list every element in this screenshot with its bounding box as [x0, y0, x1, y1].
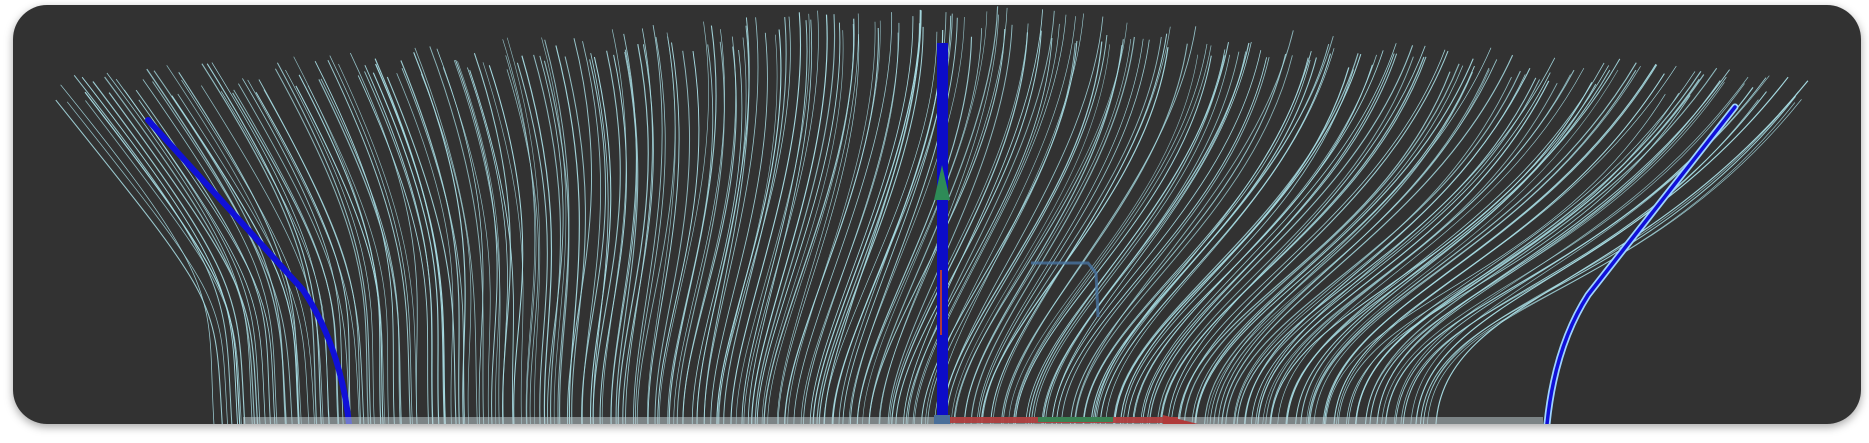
gizmo-origin[interactable]	[934, 415, 950, 424]
3d-viewport[interactable]	[13, 5, 1861, 424]
z-axis-handle[interactable]	[937, 43, 948, 424]
viewport-scene[interactable]	[13, 5, 1861, 424]
ground-plane-edge	[243, 417, 1543, 424]
y-axis-handle-bottom[interactable]	[1038, 417, 1113, 422]
